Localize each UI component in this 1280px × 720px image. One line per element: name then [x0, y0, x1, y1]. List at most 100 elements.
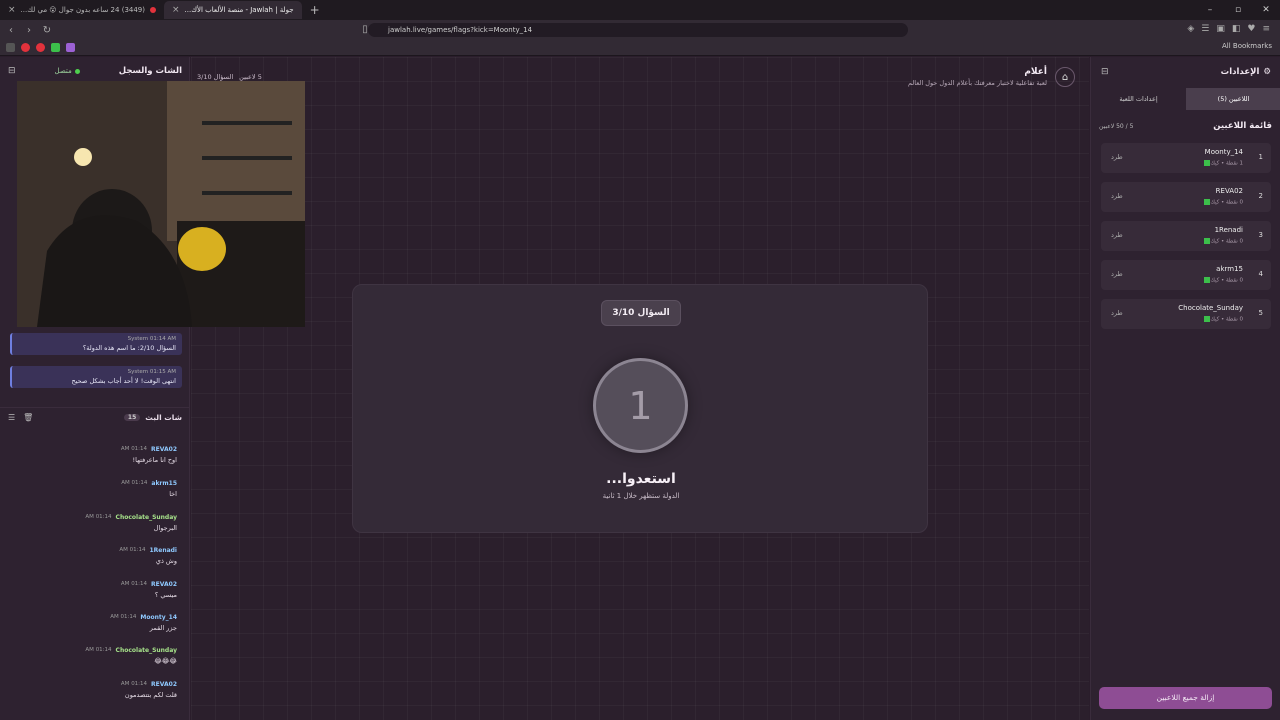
chat-message: Chocolate_Sunday 01:14 AM 😂😂😂 — [7, 647, 177, 665]
game-title: أعلام — [1024, 67, 1047, 77]
tab-players[interactable]: اللاعبين (5) — [1186, 88, 1280, 110]
minimize-icon[interactable]: – — [1196, 0, 1224, 20]
browser-tab[interactable]: (3449) 24 ساعه بدون جوال 😮 مي لك... × — [0, 1, 164, 19]
apps-icon[interactable] — [6, 43, 15, 52]
msg-user[interactable]: akrm15 — [151, 480, 177, 487]
browser-tabbar: (3449) 24 ساعه بدون جوال 😮 مي لك... × جو… — [0, 0, 1280, 20]
msg-user[interactable]: 1Renadi — [149, 547, 177, 554]
remove-all-players-button[interactable]: إزالة جميع اللاعبين — [1099, 687, 1272, 709]
player-rank: 2 — [1258, 192, 1263, 200]
reload-icon[interactable]: ↻ — [40, 25, 54, 36]
all-bookmarks[interactable]: All Bookmarks — [1222, 42, 1272, 50]
gear-icon: ⚙ — [1263, 67, 1271, 77]
player-name: Chocolate_Sunday — [1178, 304, 1243, 312]
window-controls: – ▫ ✕ — [1196, 0, 1280, 20]
msg-user[interactable]: REVA02 — [151, 681, 177, 688]
msg-text: البرجوال — [153, 524, 177, 532]
msg-user[interactable]: Chocolate_Sunday — [116, 647, 177, 654]
msg-text: ميسي ؟ — [154, 591, 177, 599]
msg-user[interactable]: REVA02 — [151, 581, 177, 588]
question-counter: السؤال 3/10 — [601, 300, 681, 326]
msg-time: 01:15 AM — [149, 369, 176, 375]
msg-time: 01:14 AM — [85, 647, 112, 653]
msg-user: System — [127, 369, 149, 375]
tab-game-settings[interactable]: إعدادات اللعبة — [1091, 88, 1186, 110]
chat-message: 1Renadi 01:14 AM وش ذي — [7, 547, 177, 565]
msg-time: 01:14 AM — [119, 547, 146, 553]
ready-title: استعدوا... — [606, 471, 676, 487]
kick-player-button[interactable]: طرد — [1111, 231, 1123, 239]
kick-player-button[interactable]: طرد — [1111, 192, 1123, 200]
browser-tab-active[interactable]: جولة | Jawlah - منصة الألعاب الأك... × — [164, 1, 302, 19]
kick-player-button[interactable]: طرد — [1111, 309, 1123, 317]
question-card: السؤال 3/10 1 استعدوا... الدولة ستظهر خل… — [352, 284, 928, 533]
youtube-bookmark-icon[interactable] — [36, 43, 45, 52]
msg-user[interactable]: Chocolate_Sunday — [116, 514, 177, 521]
forward-icon[interactable]: › — [22, 25, 36, 36]
player-row: 3 1Renadi 0 نقطة • كيك طرد — [1101, 221, 1271, 251]
msg-time: 01:14 AM — [120, 581, 148, 587]
chat-message: REVA02 01:14 AM قلت لكم بتتصدمون — [7, 681, 177, 699]
collapse-panel-icon[interactable]: ⊟ — [8, 66, 16, 76]
url-bar[interactable]: jawlah.live/games/flags?kick=Moonty_14 — [368, 23, 908, 37]
msg-user[interactable]: Moonty_14 — [140, 614, 177, 621]
system-message: System 01:14 AM السؤال 2/10: ما اسم هذه … — [10, 333, 182, 355]
game-header: ⌂ أعلام لعبة تفاعلية لاختبار معرفتك بأعل… — [908, 67, 1075, 87]
system-message: System 01:15 AM انتهى الوقت! لا أحد أجاب… — [10, 366, 182, 388]
twitch-bookmark-icon[interactable] — [66, 43, 75, 52]
close-window-icon[interactable]: ✕ — [1252, 0, 1280, 20]
kick-player-button[interactable]: طرد — [1111, 270, 1123, 278]
tab-label: جولة | Jawlah - منصة الألعاب الأك... — [184, 6, 294, 14]
chat-panel-title: الشات والسجل — [118, 66, 182, 76]
player-score: 0 نقطة • كيك — [1210, 199, 1243, 206]
players-info: 5 لاعبين — [239, 73, 262, 81]
youtube-bookmark-icon[interactable] — [21, 43, 30, 52]
msg-time: 01:14 AM — [120, 681, 148, 687]
close-tab-icon[interactable]: × — [172, 5, 180, 15]
chat-message: REVA02 01:14 AM اوح انا ماعرفتها! — [7, 446, 177, 464]
player-score: 0 نقطة • كيك — [1210, 316, 1243, 323]
game-top-info: 5 لاعبين السؤال 3/10 — [197, 73, 262, 81]
msg-time: 01:14 AM — [149, 336, 176, 342]
webcam-feed-image — [17, 81, 305, 327]
msg-text: السؤال 2/10: ما اسم هذه الدولة؟ — [82, 344, 176, 352]
chat-message: REVA02 01:14 AM ميسي ؟ — [7, 581, 177, 599]
game-subtitle: لعبة تفاعلية لاختبار معرفتك بأعلام الدول… — [907, 79, 1047, 87]
kick-bookmark-icon[interactable] — [51, 43, 60, 52]
extension-icon[interactable]: ☰ — [1201, 24, 1209, 34]
chat-message: Moonty_14 01:14 AM جزر القمر — [7, 614, 177, 632]
kick-player-button[interactable]: طرد — [1111, 153, 1123, 161]
extension-icon[interactable]: ▣ — [1216, 24, 1225, 34]
chat-message: akrm15 01:14 AM اخا — [7, 480, 177, 498]
question-info: السؤال 3/10 — [197, 73, 234, 81]
players-count: 5 / 50 لاعبين — [1099, 123, 1134, 130]
extension-icon[interactable]: ♥ — [1247, 24, 1255, 34]
extension-icon[interactable]: ◈ — [1187, 24, 1194, 34]
extension-icon[interactable]: ◧ — [1232, 24, 1241, 34]
msg-text: اوح انا ماعرفتها! — [132, 456, 177, 464]
ready-subtitle: الدولة ستظهر خلال 1 ثانية — [602, 492, 680, 500]
maximize-icon[interactable]: ▫ — [1224, 0, 1252, 20]
filter-icon[interactable]: ☰ — [8, 413, 15, 422]
webcam-overlay — [17, 81, 305, 327]
new-tab-button[interactable]: + — [302, 3, 328, 17]
back-icon[interactable]: ‹ — [4, 25, 18, 36]
player-row: 5 Chocolate_Sunday 0 نقطة • كيك طرد — [1101, 299, 1271, 329]
player-score: 0 نقطة • كيك — [1210, 277, 1243, 284]
msg-user[interactable]: REVA02 — [151, 446, 177, 453]
settings-panel: ⊟ الإعدادات ⚙ إعدادات اللعبة اللاعبين (5… — [1090, 57, 1280, 720]
menu-icon[interactable]: ≡ — [1262, 24, 1270, 34]
msg-time: 01:14 AM — [121, 480, 148, 486]
stream-chat-header: ☰ 🗑 15 شات البث — [0, 407, 190, 427]
trash-icon[interactable]: 🗑 — [23, 413, 33, 422]
player-name: 1Renadi — [1214, 226, 1243, 234]
youtube-icon — [150, 7, 156, 13]
msg-time: 01:14 AM — [85, 514, 112, 520]
close-tab-icon[interactable]: × — [8, 5, 16, 15]
player-name: Moonty_14 — [1204, 148, 1243, 156]
msg-text: اخا — [169, 490, 177, 498]
home-icon[interactable]: ⌂ — [1055, 67, 1075, 87]
player-row: 4 akrm15 0 نقطة • كيك طرد — [1101, 260, 1271, 290]
collapse-settings-icon[interactable]: ⊟ — [1101, 67, 1109, 77]
player-name: REVA02 — [1215, 187, 1243, 195]
